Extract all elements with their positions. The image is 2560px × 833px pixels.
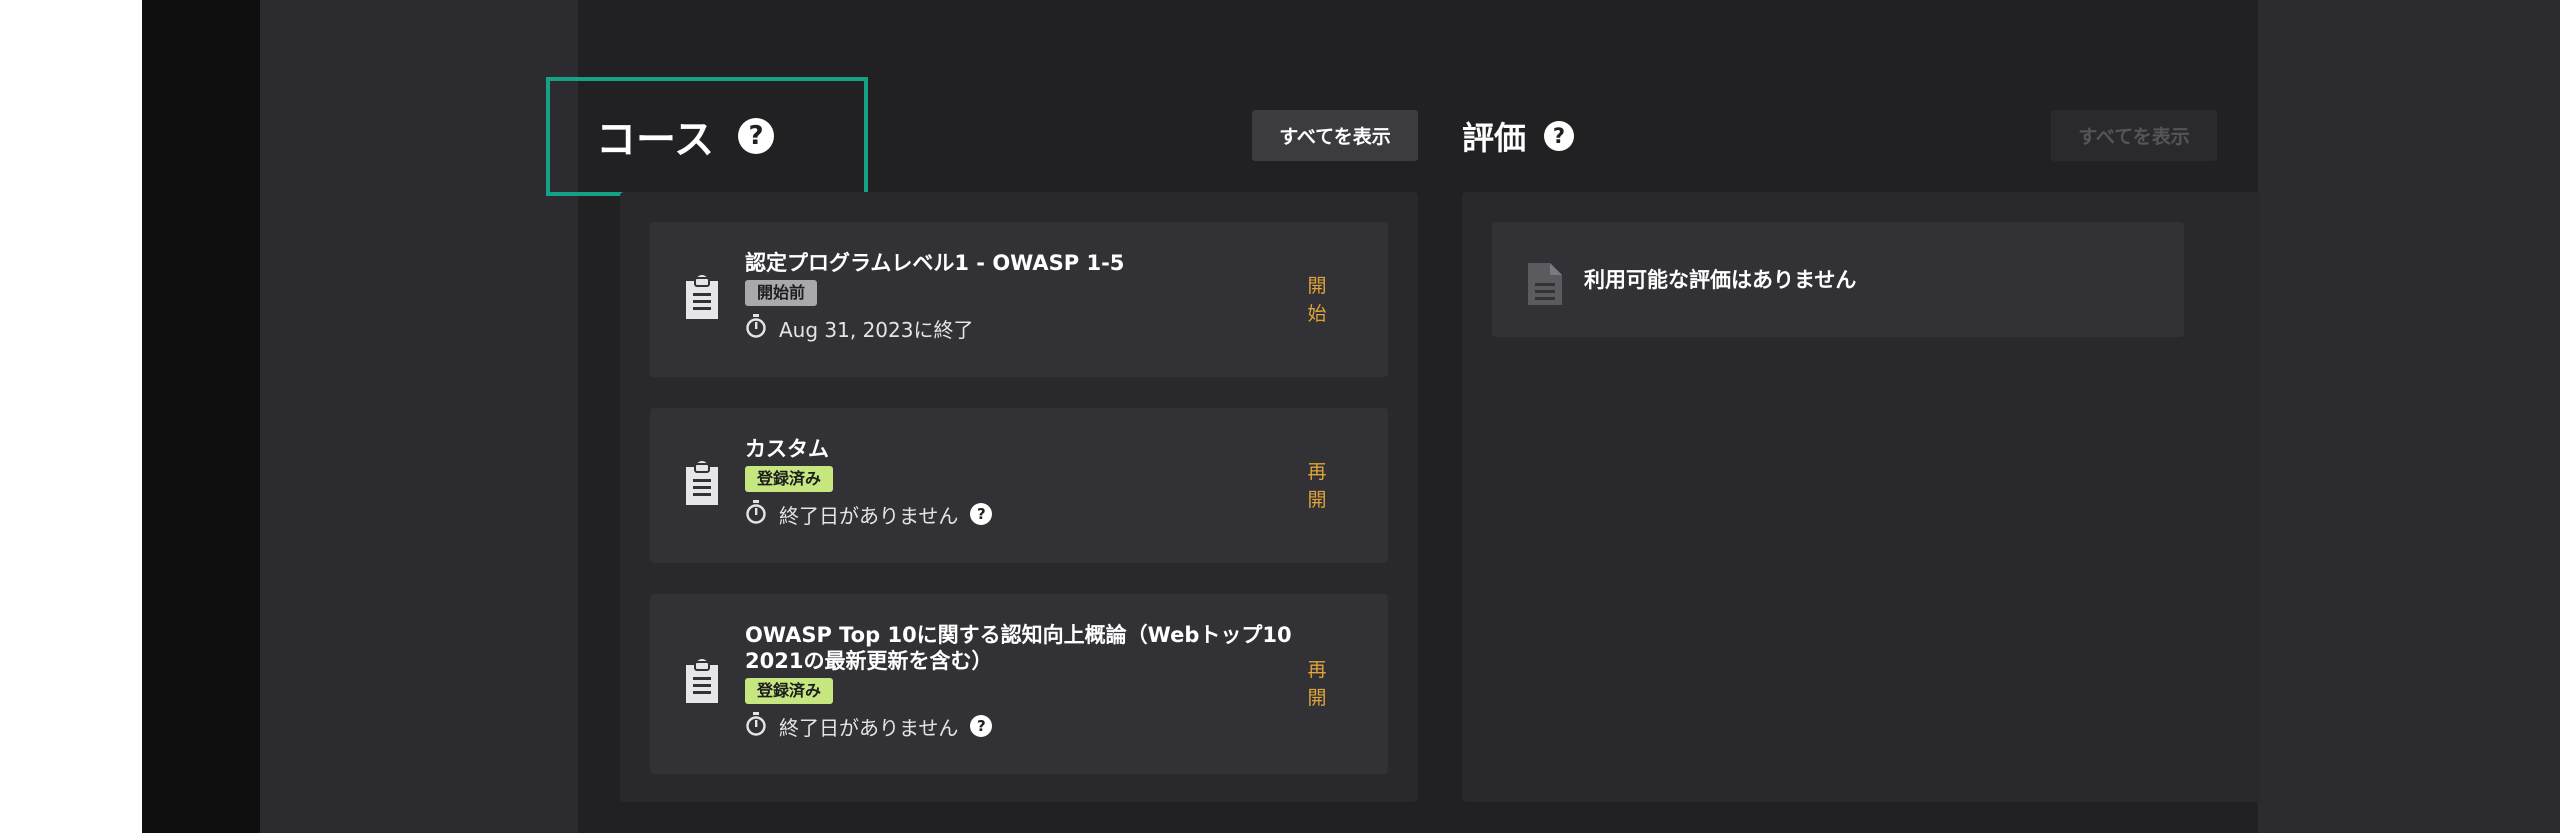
course-deadline: Aug 31, 2023に終了	[745, 313, 1124, 343]
stopwatch-icon	[745, 499, 767, 529]
courses-view-all-button[interactable]: すべてを表示	[1252, 110, 1418, 161]
evaluations-empty-card: 利用可能な評価はありません	[1492, 222, 2184, 337]
clipboard-icon	[682, 274, 722, 325]
resume-course-link[interactable]: 再開	[1306, 458, 1328, 514]
document-icon	[1528, 263, 1562, 309]
evaluations-view-all-button[interactable]: すべてを表示	[2051, 110, 2217, 161]
status-badge: 登録済み	[745, 678, 834, 704]
course-title: OWASP Top 10に関する認知向上概論（Webトップ10 2021の最新更…	[745, 623, 1292, 673]
course-card-body: カスタム 登録済み 終了日がありません ?	[745, 436, 993, 529]
clipboard-icon	[682, 659, 722, 709]
question-circle-icon[interactable]: ?	[738, 118, 774, 154]
course-title: カスタム	[745, 437, 829, 461]
course-card-body: OWASP Top 10に関する認知向上概論（Webトップ10 2021の最新更…	[745, 622, 1305, 740]
question-circle-icon[interactable]: ?	[970, 715, 993, 737]
stopwatch-icon	[745, 711, 767, 741]
deadline-text: Aug 31, 2023に終了	[779, 317, 974, 342]
courses-title-text: コース	[596, 117, 714, 163]
course-card-body: 認定プログラムレベル1 - OWASP 1-5 開始前 Aug 31, 2023…	[745, 250, 1124, 342]
courses-section-title: コース ?	[596, 108, 774, 164]
course-deadline: 終了日がありません ?	[745, 499, 993, 529]
deadline-text: 終了日がありません	[779, 503, 959, 528]
course-deadline: 終了日がありません ?	[745, 711, 1305, 741]
right-side-panel	[2258, 0, 2560, 833]
evaluations-section-title: 評価 ?	[1462, 114, 1575, 158]
clipboard-icon	[682, 460, 722, 511]
start-course-link[interactable]: 開始	[1306, 272, 1328, 328]
status-badge: 開始前	[745, 280, 818, 306]
evaluations-empty-message: 利用可能な評価はありません	[1584, 268, 1857, 292]
course-title: 認定プログラムレベル1 - OWASP 1-5	[745, 251, 1125, 275]
course-card[interactable]: カスタム 登録済み 終了日がありません ? 再開	[650, 408, 1388, 563]
stopwatch-icon	[745, 313, 767, 343]
deadline-text: 終了日がありません	[779, 715, 959, 740]
question-circle-icon[interactable]: ?	[1544, 121, 1575, 151]
course-card[interactable]: 認定プログラムレベル1 - OWASP 1-5 開始前 Aug 31, 2023…	[650, 222, 1388, 377]
course-card[interactable]: OWASP Top 10に関する認知向上概論（Webトップ10 2021の最新更…	[650, 594, 1388, 774]
evaluations-title-text: 評価	[1462, 119, 1527, 157]
resume-course-link[interactable]: 再開	[1306, 656, 1328, 712]
left-dark-strip	[142, 0, 260, 833]
left-side-panel	[260, 0, 578, 833]
question-circle-icon[interactable]: ?	[970, 503, 993, 525]
status-badge: 登録済み	[745, 466, 834, 492]
